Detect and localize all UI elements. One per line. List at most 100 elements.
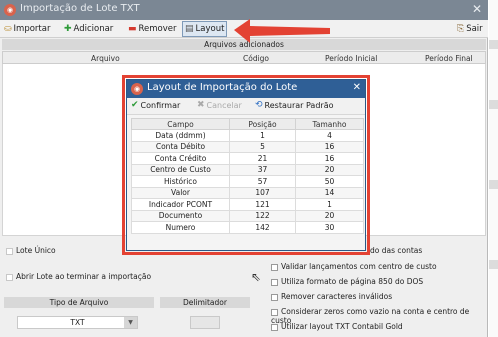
cell-tamanho[interactable]: 1 [295,198,364,211]
lote-unico-option[interactable]: Lote Único [6,246,56,255]
option-remover-caracteres[interactable]: Remover caracteres inválidos [271,292,392,301]
option-validar-centro-custo[interactable]: Validar lançamentos com centro de custo [271,262,437,271]
table-row[interactable]: Documento 122 20 [131,209,364,222]
table-row[interactable]: Indicador PCONT 121 1 [131,198,364,211]
cell-campo[interactable]: Histórico [131,175,230,188]
table-row[interactable]: Histórico 57 50 [131,175,364,188]
cell-posicao[interactable]: 107 [229,186,296,199]
mouse-cursor-icon: ⇖ [251,270,262,284]
cell-campo[interactable]: Data (ddmm) [131,129,230,142]
checkbox[interactable] [271,263,278,271]
col-arquivo[interactable]: Arquivo [91,54,120,63]
header-tamanho[interactable]: Tamanho [295,118,364,130]
cell-campo[interactable]: Centro de Custo [131,163,230,176]
window-close-icon[interactable]: ✕ [472,2,482,16]
cell-posicao[interactable]: 5 [229,140,296,153]
table-row[interactable]: Conta Débito 5 16 [131,140,364,153]
option-layout-gold[interactable]: Utilizar layout TXT Contabil Gold [271,322,403,331]
abrir-lote-checkbox[interactable] [6,273,13,281]
import-icon: ⛀ [4,23,12,34]
cell-posicao[interactable]: 142 [229,221,296,234]
cell-tamanho[interactable]: 20 [295,209,364,222]
dialog-titlebar: ◉ Layout de Importação do Lote ✕ [127,80,365,98]
checkbox[interactable] [271,323,278,331]
table-row[interactable]: Data (ddmm) 1 4 [131,129,364,142]
checkbox[interactable] [271,293,278,301]
import-label: Importar [13,24,51,34]
layout-icon: ▤ [185,23,194,34]
cell-posicao[interactable]: 1 [229,129,296,142]
table-row[interactable]: Conta Crédito 21 16 [131,152,364,165]
table-header-row: Campo Posição Tamanho [131,118,364,130]
checkbox[interactable] [271,308,278,316]
cell-posicao[interactable]: 121 [229,198,296,211]
delimiter-label: Delimitador [160,297,250,308]
chevron-down-icon[interactable]: ▼ [124,317,137,328]
cancel-label: Cancelar [206,100,242,110]
header-posicao[interactable]: Posição [229,118,296,130]
table-row[interactable]: Centro de Custo 37 20 [131,163,364,176]
add-label: Adicionar [73,24,114,34]
cell-campo[interactable]: Documento [131,209,230,222]
confirm-button[interactable]: ✔ Confirmar [131,100,180,110]
dialog-close-icon[interactable]: ✕ [353,82,361,93]
file-type-select[interactable]: TXT ▼ [17,316,138,329]
edge-block [489,100,498,109]
option-label: Utiliza formato de página 850 do DOS [281,277,424,286]
cancel-button[interactable]: ✖ Cancelar [197,100,242,110]
option-label: Utilizar layout TXT Contabil Gold [281,322,403,331]
window-titlebar: ◉ Importação de Lote TXT ✕ [0,0,488,20]
cell-tamanho[interactable]: 30 [295,221,364,234]
confirm-label: Confirmar [140,100,181,110]
cell-tamanho[interactable]: 20 [295,163,364,176]
import-button[interactable]: ⛀ Importar [2,21,52,37]
files-grid-header: Arquivo Código Período Inicial Período F… [2,51,486,64]
col-periodo-inicial[interactable]: Período Inicial [325,54,377,63]
restore-label: Restaurar Padrão [264,100,334,110]
cell-campo[interactable]: Valor [131,186,230,199]
col-periodo-final[interactable]: Período Final [425,54,473,63]
cell-tamanho[interactable]: 4 [295,129,364,142]
option-formato-850[interactable]: Utiliza formato de página 850 do DOS [271,277,423,286]
layout-button[interactable]: ▤ Layout [182,21,228,37]
delimiter-input[interactable] [190,316,220,329]
cell-tamanho[interactable]: 16 [295,152,364,165]
cell-campo[interactable]: Indicador PCONT [131,198,230,211]
header-campo[interactable]: Campo [131,118,230,130]
layout-dialog: ◉ Layout de Importação do Lote ✕ ✔ Confi… [126,79,366,251]
table-row[interactable]: Valor 107 14 [131,186,364,199]
cell-posicao[interactable]: 122 [229,209,296,222]
table-row[interactable]: Numero 142 30 [131,221,364,234]
dialog-title: Layout de Importação do Lote [147,82,298,93]
cell-posicao[interactable]: 37 [229,163,296,176]
layout-label: Layout [195,24,225,34]
exit-door-icon: ⎘ [457,23,465,34]
lote-unico-checkbox[interactable] [6,247,13,255]
col-codigo[interactable]: Código [243,54,269,63]
app-icon: ◉ [131,83,143,95]
cell-campo[interactable]: Numero [131,221,230,234]
cell-posicao[interactable]: 57 [229,175,296,188]
file-type-value: TXT [70,318,85,327]
option-label: Remover caracteres inválidos [281,292,393,301]
cell-campo[interactable]: Conta Crédito [131,152,230,165]
cell-campo[interactable]: Conta Débito [131,140,230,153]
cell-tamanho[interactable]: 50 [295,175,364,188]
cell-tamanho[interactable]: 14 [295,186,364,199]
abrir-lote-option[interactable]: Abrir Lote ao terminar a importação [6,272,151,281]
option-label: Validar lançamentos com centro de custo [281,262,437,271]
edge-block [489,40,498,49]
lote-unico-label: Lote Único [16,246,56,255]
cell-posicao[interactable]: 21 [229,152,296,165]
layout-table: Campo Posição Tamanho Data (ddmm) 1 4 Cont… [131,118,364,234]
app-icon: ◉ [4,4,16,16]
remove-button[interactable]: ▬ Remover [126,21,179,37]
plus-icon: ✚ [64,23,72,34]
window-title: Importação de Lote TXT [20,3,140,14]
checkbox[interactable] [271,278,278,286]
minus-icon: ▬ [128,23,137,34]
add-button[interactable]: ✚ Adicionar [62,21,115,37]
cell-tamanho[interactable]: 16 [295,140,364,153]
exit-button[interactable]: ⎘ Sair [455,21,485,37]
restore-default-button[interactable]: ⟲ Restaurar Padrão [255,100,334,110]
